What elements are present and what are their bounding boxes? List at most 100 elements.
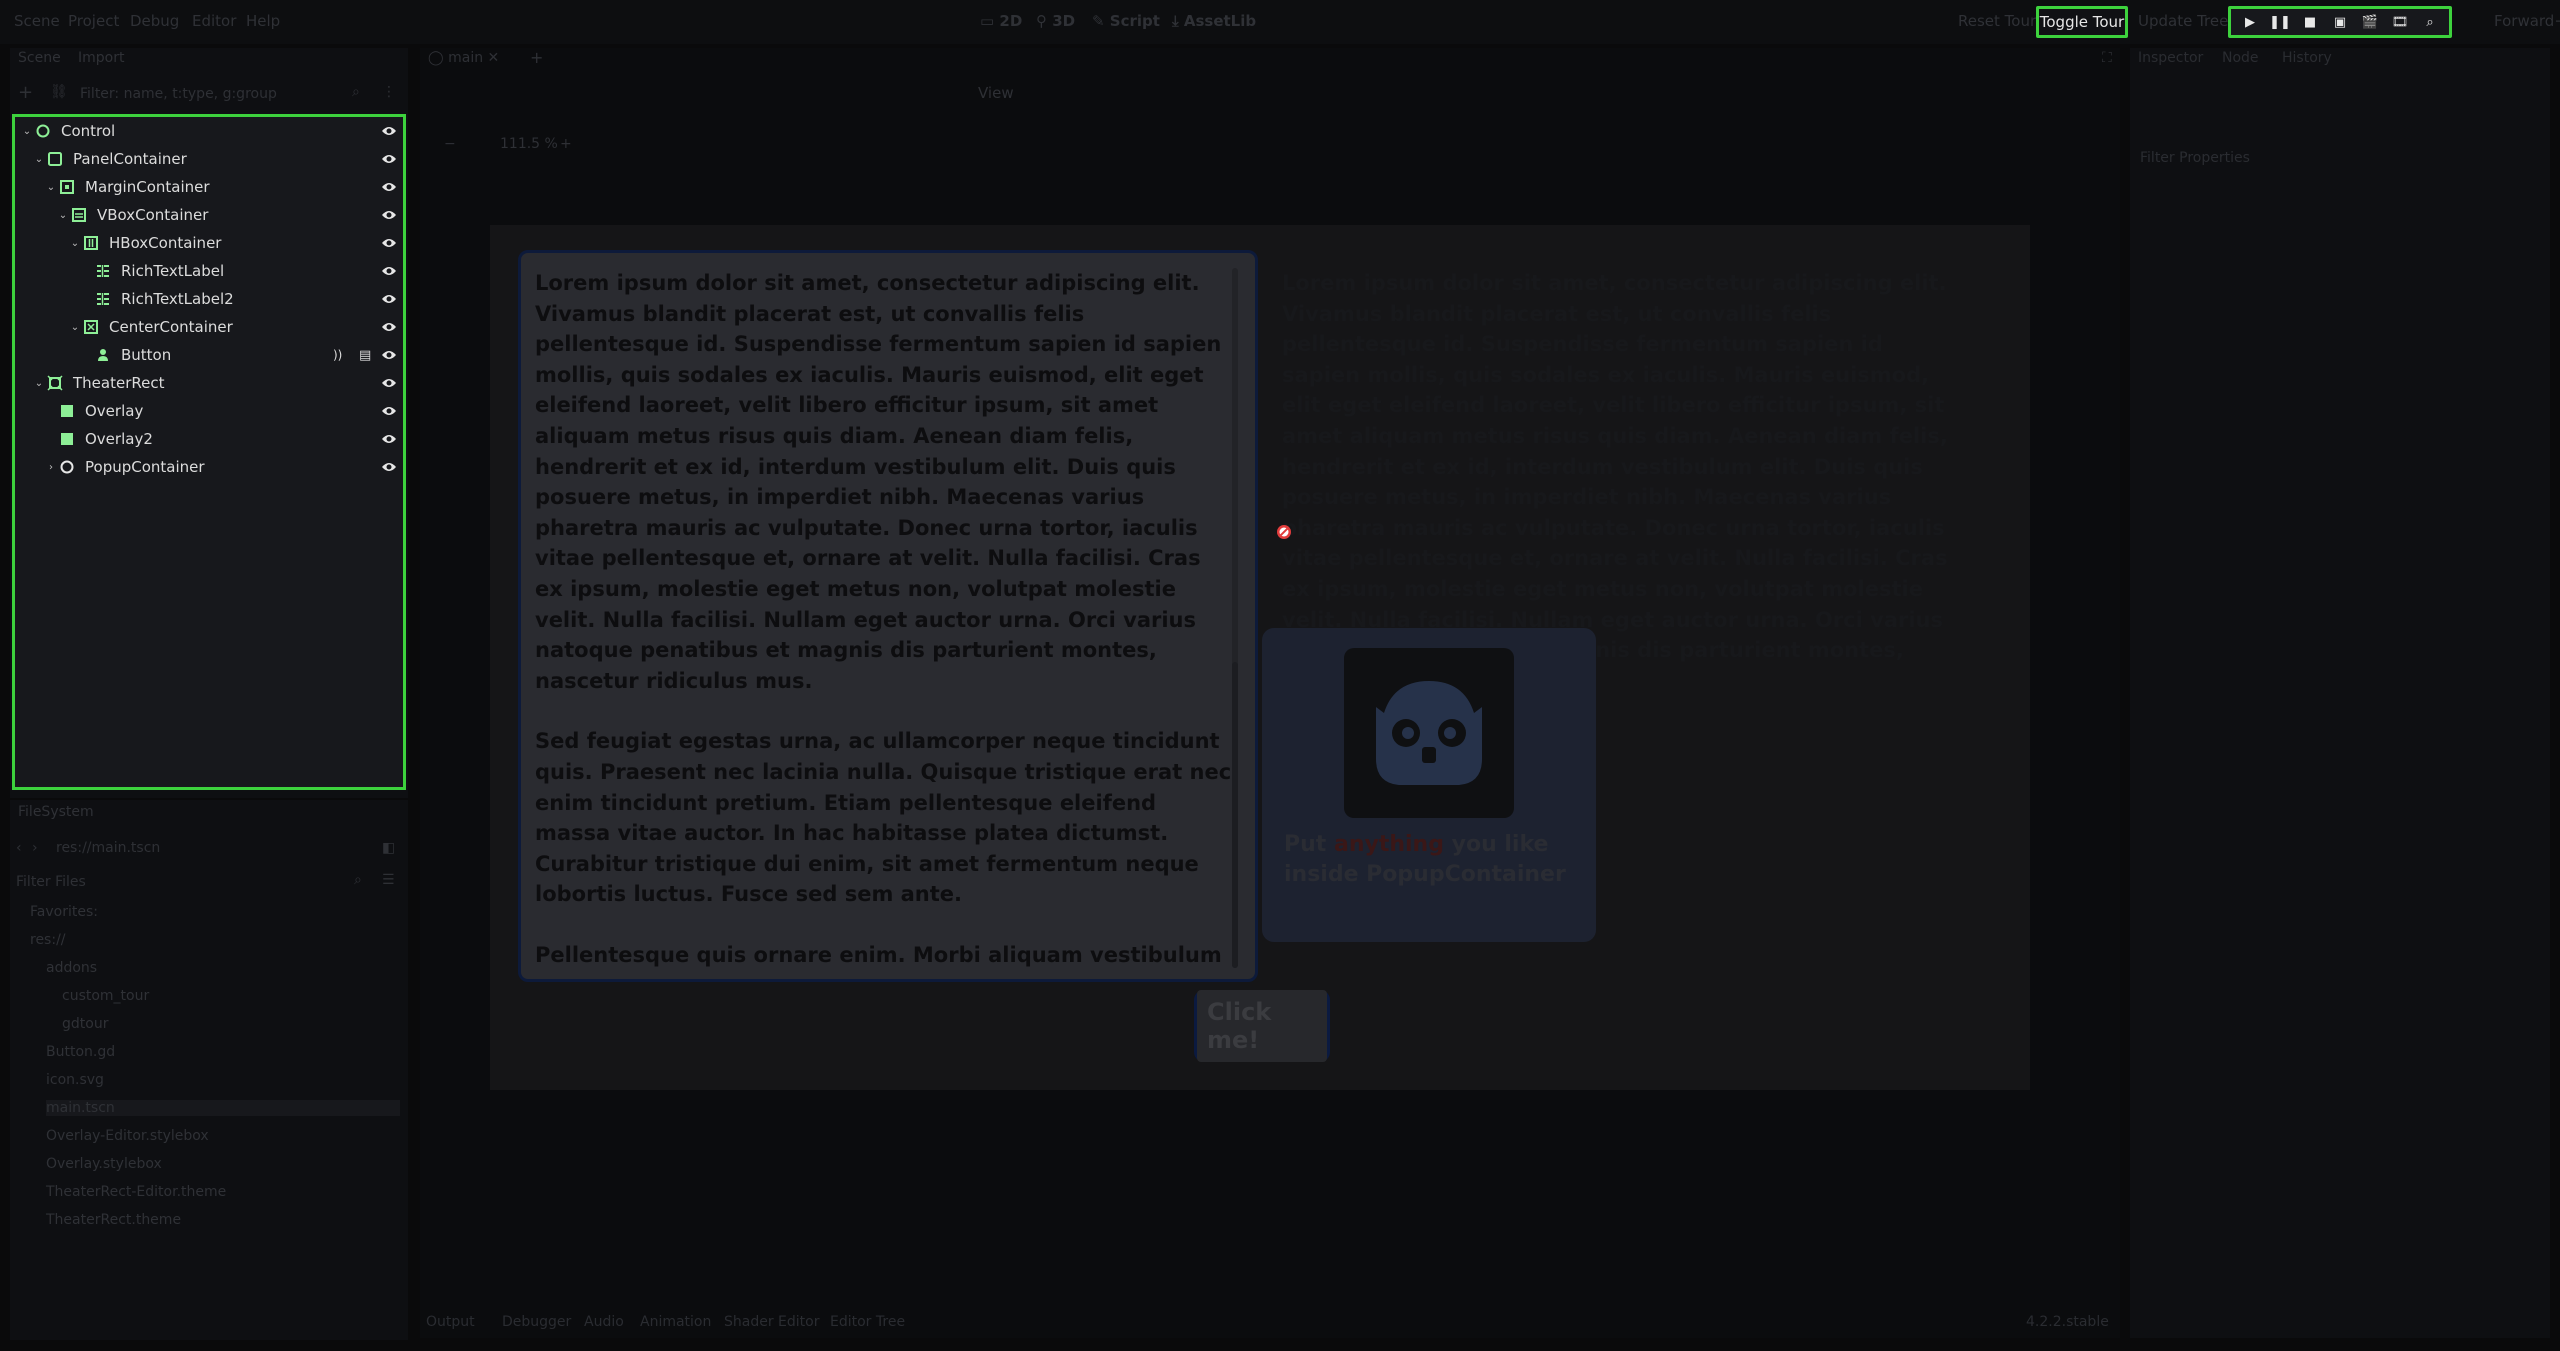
tab-node[interactable]: Node [2222,50,2259,66]
file-item[interactable]: Overlay-Editor.stylebox [46,1128,400,1144]
tab-history[interactable]: History [2282,50,2332,66]
zoom-level[interactable]: 111.5 % [500,136,558,152]
scene-filter-input[interactable]: Filter: name, t:type, g:group [80,86,277,102]
file-item[interactable]: addons [46,960,400,976]
workspace-assetlib[interactable]: ⤓ AssetLib [1172,12,1256,30]
tab-output[interactable]: Output [426,1314,475,1330]
file-item[interactable]: main.tscn [46,1100,400,1116]
scene-node-button[interactable]: Button)) ▤ [15,341,403,369]
collapse-arrow-icon[interactable]: ⌄ [69,322,81,333]
scene-node-hboxcontainer[interactable]: ⌄ HBoxContainer [15,229,403,257]
menu-help[interactable]: Help [246,12,280,30]
file-item[interactable]: custom_tour [62,988,400,1004]
menu-debug[interactable]: Debug [130,12,179,30]
zoom-out-icon[interactable]: − [444,136,456,152]
visibility-eye-icon[interactable] [381,349,397,361]
update-tree-button[interactable]: Update Tree [2138,12,2228,30]
tab-shader-editor[interactable]: Shader Editor [724,1314,819,1330]
add-node-icon[interactable]: + [18,82,33,103]
collapse-arrow-icon[interactable]: ⌄ [45,182,57,193]
scene-node-margincontainer[interactable]: ⌄ MarginContainer [15,173,403,201]
file-item[interactable]: res:// [30,932,400,948]
scene-tab-main[interactable]: ◯ main ✕ [428,50,499,66]
visibility-eye-icon[interactable] [381,433,397,445]
play-icon[interactable]: ▶ [2239,11,2261,33]
file-item[interactable]: gdtour [62,1016,400,1032]
signals-icon[interactable]: )) [333,348,347,362]
file-item[interactable]: Favorites: [30,904,400,920]
scene-node-overlay2[interactable]: Overlay2 [15,425,403,453]
tab-debugger[interactable]: Debugger [502,1314,571,1330]
tab-scene[interactable]: Scene [18,50,61,66]
scene-node-control[interactable]: ⌄ Control [15,117,403,145]
collapse-arrow-icon[interactable]: ⌄ [33,378,45,389]
collapse-arrow-icon[interactable]: ⌄ [33,154,45,165]
scene-node-theaterrect[interactable]: ⌄ TheaterRect [15,369,403,397]
stop-icon[interactable]: ■ [2299,11,2321,33]
remote-debug-icon[interactable]: ▣ [2329,11,2351,33]
forward-icon[interactable]: › [32,840,38,856]
collapse-arrow-icon[interactable]: ⌄ [57,210,69,221]
visibility-eye-icon[interactable] [381,461,397,473]
filter-properties-input[interactable]: Filter Properties [2140,150,2250,166]
pause-icon[interactable]: ❚❚ [2269,11,2291,33]
script-icon[interactable]: ▤ [359,348,373,363]
visibility-eye-icon[interactable] [381,237,397,249]
menu-project[interactable]: Project [68,12,119,30]
view-menu[interactable]: View [978,84,1014,102]
visibility-eye-icon[interactable] [381,293,397,305]
visibility-eye-icon[interactable] [381,377,397,389]
collapse-arrow-icon[interactable]: ⌄ [69,238,81,249]
filter-files-input[interactable]: Filter Files [16,874,86,890]
file-item[interactable]: Button.gd [46,1044,400,1060]
toggle-tour-button[interactable]: Toggle Tour [2036,6,2128,38]
file-item[interactable]: Overlay.stylebox [46,1156,400,1172]
sort-icon[interactable]: ☰ [382,872,395,888]
workspace-script[interactable]: ✎ Script [1092,12,1160,30]
menu-scene[interactable]: Scene [14,12,60,30]
kebab-menu-icon[interactable]: ⋮ [382,84,396,100]
workspace-3d[interactable]: ⚲ 3D [1036,12,1075,30]
movie-maker-icon[interactable]: ⌕ [2419,11,2441,33]
scene-node-vboxcontainer[interactable]: ⌄ VBoxContainer [15,201,403,229]
distraction-free-icon[interactable]: ⛶ [2102,50,2112,66]
scene-node-richtextlabel2[interactable]: RichTextLabel2 [15,285,403,313]
new-tab-icon[interactable]: + [530,48,543,67]
file-item[interactable]: TheaterRect-Editor.theme [46,1184,400,1200]
play-scene-icon[interactable]: 🎬 [2359,11,2381,33]
menu-editor[interactable]: Editor [192,12,236,30]
visibility-eye-icon[interactable] [381,153,397,165]
link-icon[interactable]: ⛓ [50,84,68,100]
expand-arrow-icon[interactable]: › [45,462,57,473]
path-field[interactable]: res://main.tscn [56,840,160,856]
tab-audio[interactable]: Audio [584,1314,624,1330]
workspace-2d[interactable]: ▭ 2D [980,12,1022,30]
file-item[interactable]: icon.svg [46,1072,400,1088]
scene-node-overlay[interactable]: Overlay [15,397,403,425]
scene-node-popupcontainer[interactable]: › PopupContainer [15,453,403,481]
tab-editor-tree[interactable]: Editor Tree [830,1314,905,1330]
reset-tour-button[interactable]: Reset Tour [1958,12,2036,30]
tab-inspector[interactable]: Inspector [2138,50,2203,66]
collapse-arrow-icon[interactable]: ⌄ [21,126,33,137]
visibility-eye-icon[interactable] [381,265,397,277]
visibility-eye-icon[interactable] [381,209,397,221]
scene-node-richtextlabel[interactable]: RichTextLabel [15,257,403,285]
scene-node-panelcontainer[interactable]: ⌄ PanelContainer [15,145,403,173]
renderer-select[interactable]: Forward+ [2494,12,2560,30]
visibility-eye-icon[interactable] [381,321,397,333]
zoom-in-icon[interactable]: + [560,136,572,152]
back-icon[interactable]: ‹ [16,840,22,856]
scene-node-centercontainer[interactable]: ⌄ CenterContainer [15,313,403,341]
richtext-scrollbar-thumb[interactable] [1232,662,1238,968]
play-custom-scene-icon[interactable]: 🎞 [2389,11,2411,33]
rich-text-label-1[interactable]: Lorem ipsum dolor sit amet, consectetur … [535,268,1235,968]
visibility-eye-icon[interactable] [381,405,397,417]
split-view-icon[interactable]: ◧ [382,840,395,856]
visibility-eye-icon[interactable] [381,181,397,193]
tab-import[interactable]: Import [78,50,124,66]
tab-animation[interactable]: Animation [640,1314,711,1330]
visibility-eye-icon[interactable] [381,125,397,137]
file-item[interactable]: TheaterRect.theme [46,1212,400,1228]
click-me-button[interactable]: Click me! [1194,990,1330,1062]
